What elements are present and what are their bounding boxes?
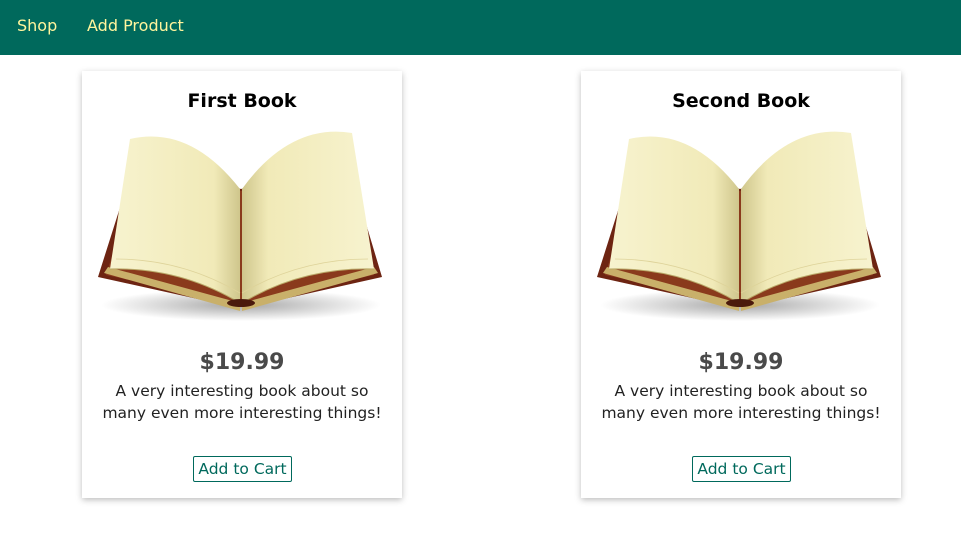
main-header: Shop Add Product: [0, 0, 961, 55]
product-image: [90, 127, 394, 331]
product-title: Second Book: [672, 90, 810, 112]
add-to-cart-button[interactable]: Add to Cart: [692, 456, 791, 482]
nav-shop-link[interactable]: Shop: [17, 16, 57, 35]
nav-add-product-link[interactable]: Add Product: [87, 16, 184, 35]
add-to-cart-button[interactable]: Add to Cart: [193, 456, 292, 482]
product-price: $19.99: [199, 350, 285, 375]
product-card: First Book $19.99 A very interesting boo…: [82, 71, 402, 498]
product-image: [589, 127, 893, 331]
product-card: Second Book $19.99 A very interesting bo…: [581, 71, 901, 498]
product-description: A very interesting book about so many ev…: [102, 382, 382, 422]
open-book-icon: [597, 131, 881, 321]
product-title: First Book: [187, 90, 297, 112]
product-description: A very interesting book about so many ev…: [601, 382, 881, 422]
product-price: $19.99: [698, 350, 784, 375]
open-book-icon: [98, 131, 382, 321]
